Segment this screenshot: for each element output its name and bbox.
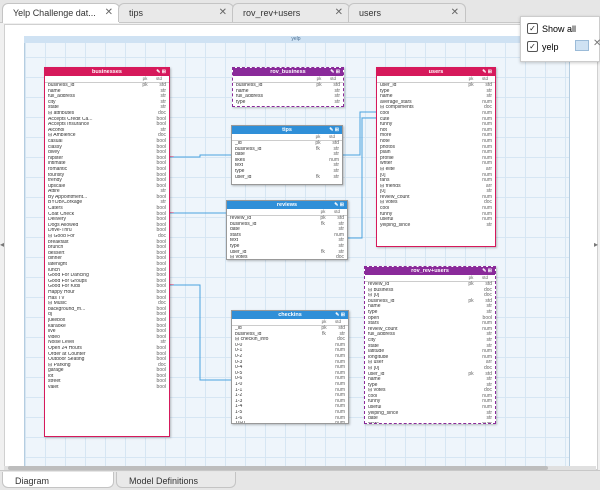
- table-users[interactable]: users ✎ ⊞ pk std user_id pk std type str name str a…: [376, 67, 496, 247]
- legend-item-yelp[interactable]: ✓ yelp: [527, 41, 559, 52]
- field-name: yelping_since: [380, 222, 411, 228]
- column-header-cell: [380, 76, 464, 82]
- field-type: doc: [335, 254, 344, 260]
- table-header[interactable]: reviews ✎ ⊞: [227, 201, 347, 209]
- table-row[interactable]: stars num: [365, 420, 495, 424]
- table-name: checkins: [278, 312, 302, 318]
- column-header: pk std: [233, 76, 343, 83]
- column-header: pk std: [227, 209, 347, 216]
- tab-label: Diagram: [15, 476, 50, 486]
- table-name: businesses: [92, 69, 122, 75]
- line-businesses-checkins: [168, 284, 231, 381]
- table-row[interactable]: yelping_since str: [377, 221, 495, 229]
- checkbox-icon[interactable]: ✓: [527, 41, 538, 52]
- column-header: pk std: [45, 76, 169, 83]
- field-name: ⊟ votes: [230, 255, 248, 260]
- table-header[interactable]: tips ✎ ⊞: [232, 126, 342, 134]
- table-name: tips: [282, 127, 292, 133]
- field-key: [464, 223, 478, 229]
- table-header[interactable]: rov_rev+users ✎ ⊞: [365, 267, 495, 275]
- table-name: rov_rev+users: [411, 268, 449, 274]
- field-key: fk: [316, 173, 320, 180]
- table-tips[interactable]: tips ✎ ⊞ pk std _id pk std business_id fk str date…: [231, 125, 343, 185]
- close-icon[interactable]: ✕: [593, 38, 600, 49]
- field-type: num: [335, 420, 345, 424]
- table-name: reviews: [276, 202, 298, 208]
- table-rov-rev-users[interactable]: rov_rev+users ✎ ⊞ pk std review_id pk std ⊟ bus…: [364, 266, 496, 424]
- table-businesses[interactable]: businesses ✎ ⊞ pk std business_id pk std name st…: [44, 67, 170, 437]
- table-row[interactable]: type str: [233, 98, 343, 106]
- tab-model-definitions[interactable]: Model Definitions: [116, 472, 236, 488]
- column-header-cell: [230, 209, 316, 215]
- field-name: stars: [368, 422, 464, 423]
- field-type: bool: [156, 384, 166, 391]
- table-row[interactable]: valet bool: [45, 384, 169, 391]
- edit-icon[interactable]: ✎ ⊞: [482, 267, 492, 275]
- field-name: user_id: [235, 174, 252, 180]
- field-key: [138, 385, 152, 391]
- table-reviews[interactable]: reviews ✎ ⊞ pk std review_id pk std business_id…: [226, 200, 348, 260]
- checkbox-icon[interactable]: ✓: [527, 23, 538, 34]
- edit-icon[interactable]: ✎ ⊞: [329, 126, 339, 134]
- table-name: users: [428, 69, 444, 75]
- edit-icon[interactable]: ✎ ⊞: [156, 68, 166, 76]
- field-type: num: [482, 420, 492, 424]
- show-all-label: Show all: [542, 23, 577, 34]
- line-businesses-tips: [168, 154, 231, 158]
- column-header-cell: [368, 275, 464, 281]
- field-type: str: [486, 221, 492, 228]
- table-header[interactable]: businesses ✎ ⊞: [45, 68, 169, 76]
- legend-panel: ✓ Show all ✓ yelp ✕: [520, 16, 600, 62]
- field-key: [316, 255, 330, 259]
- column-header: pk std: [365, 275, 495, 282]
- column-header-cell: [236, 76, 312, 82]
- edit-icon[interactable]: ✎ ⊞: [330, 68, 340, 76]
- table-header[interactable]: users ✎ ⊞: [377, 68, 495, 76]
- field-type: str: [334, 98, 340, 105]
- field-key: [464, 422, 478, 423]
- field-name: valet: [48, 385, 59, 391]
- column-header-cell: [48, 76, 138, 82]
- column-header-cell: [235, 134, 311, 140]
- show-all-toggle[interactable]: ✓ Show all: [527, 23, 576, 34]
- edit-icon[interactable]: ✎ ⊞: [335, 311, 345, 319]
- color-swatch[interactable]: [575, 40, 589, 51]
- tab-label: Model Definitions: [129, 476, 199, 486]
- table-name: rov_business: [270, 69, 306, 75]
- field-name: type: [236, 99, 246, 105]
- table-row[interactable]: 10-0 num: [232, 420, 348, 424]
- edit-icon[interactable]: ✎ ⊞: [482, 68, 492, 76]
- table-header[interactable]: rov_business ✎ ⊞: [233, 68, 343, 76]
- column-header-cell: [235, 319, 317, 325]
- table-row[interactable]: user_id fk str: [232, 173, 342, 181]
- column-header: pk std: [232, 319, 348, 326]
- legend-item-label: yelp: [542, 41, 559, 52]
- field-key: [312, 100, 326, 106]
- table-checkins[interactable]: checkins ✎ ⊞ pk std _id pk std business_id fk str…: [231, 310, 349, 424]
- field-type: str: [333, 173, 339, 180]
- field-name: 10-0: [235, 421, 317, 423]
- table-rov-business[interactable]: rov_business ✎ ⊞ pk std business_id pk std name…: [232, 67, 344, 107]
- table-row[interactable]: ⊟ votes doc: [227, 254, 347, 260]
- tab-diagram[interactable]: Diagram: [2, 472, 114, 488]
- table-header[interactable]: checkins ✎ ⊞: [232, 311, 348, 319]
- field-key: [317, 421, 331, 423]
- column-header: pk std: [377, 76, 495, 83]
- bottom-tab-bar: Diagram Model Definitions: [0, 470, 600, 490]
- edit-icon[interactable]: ✎ ⊞: [334, 201, 344, 209]
- column-header: pk std: [232, 134, 342, 141]
